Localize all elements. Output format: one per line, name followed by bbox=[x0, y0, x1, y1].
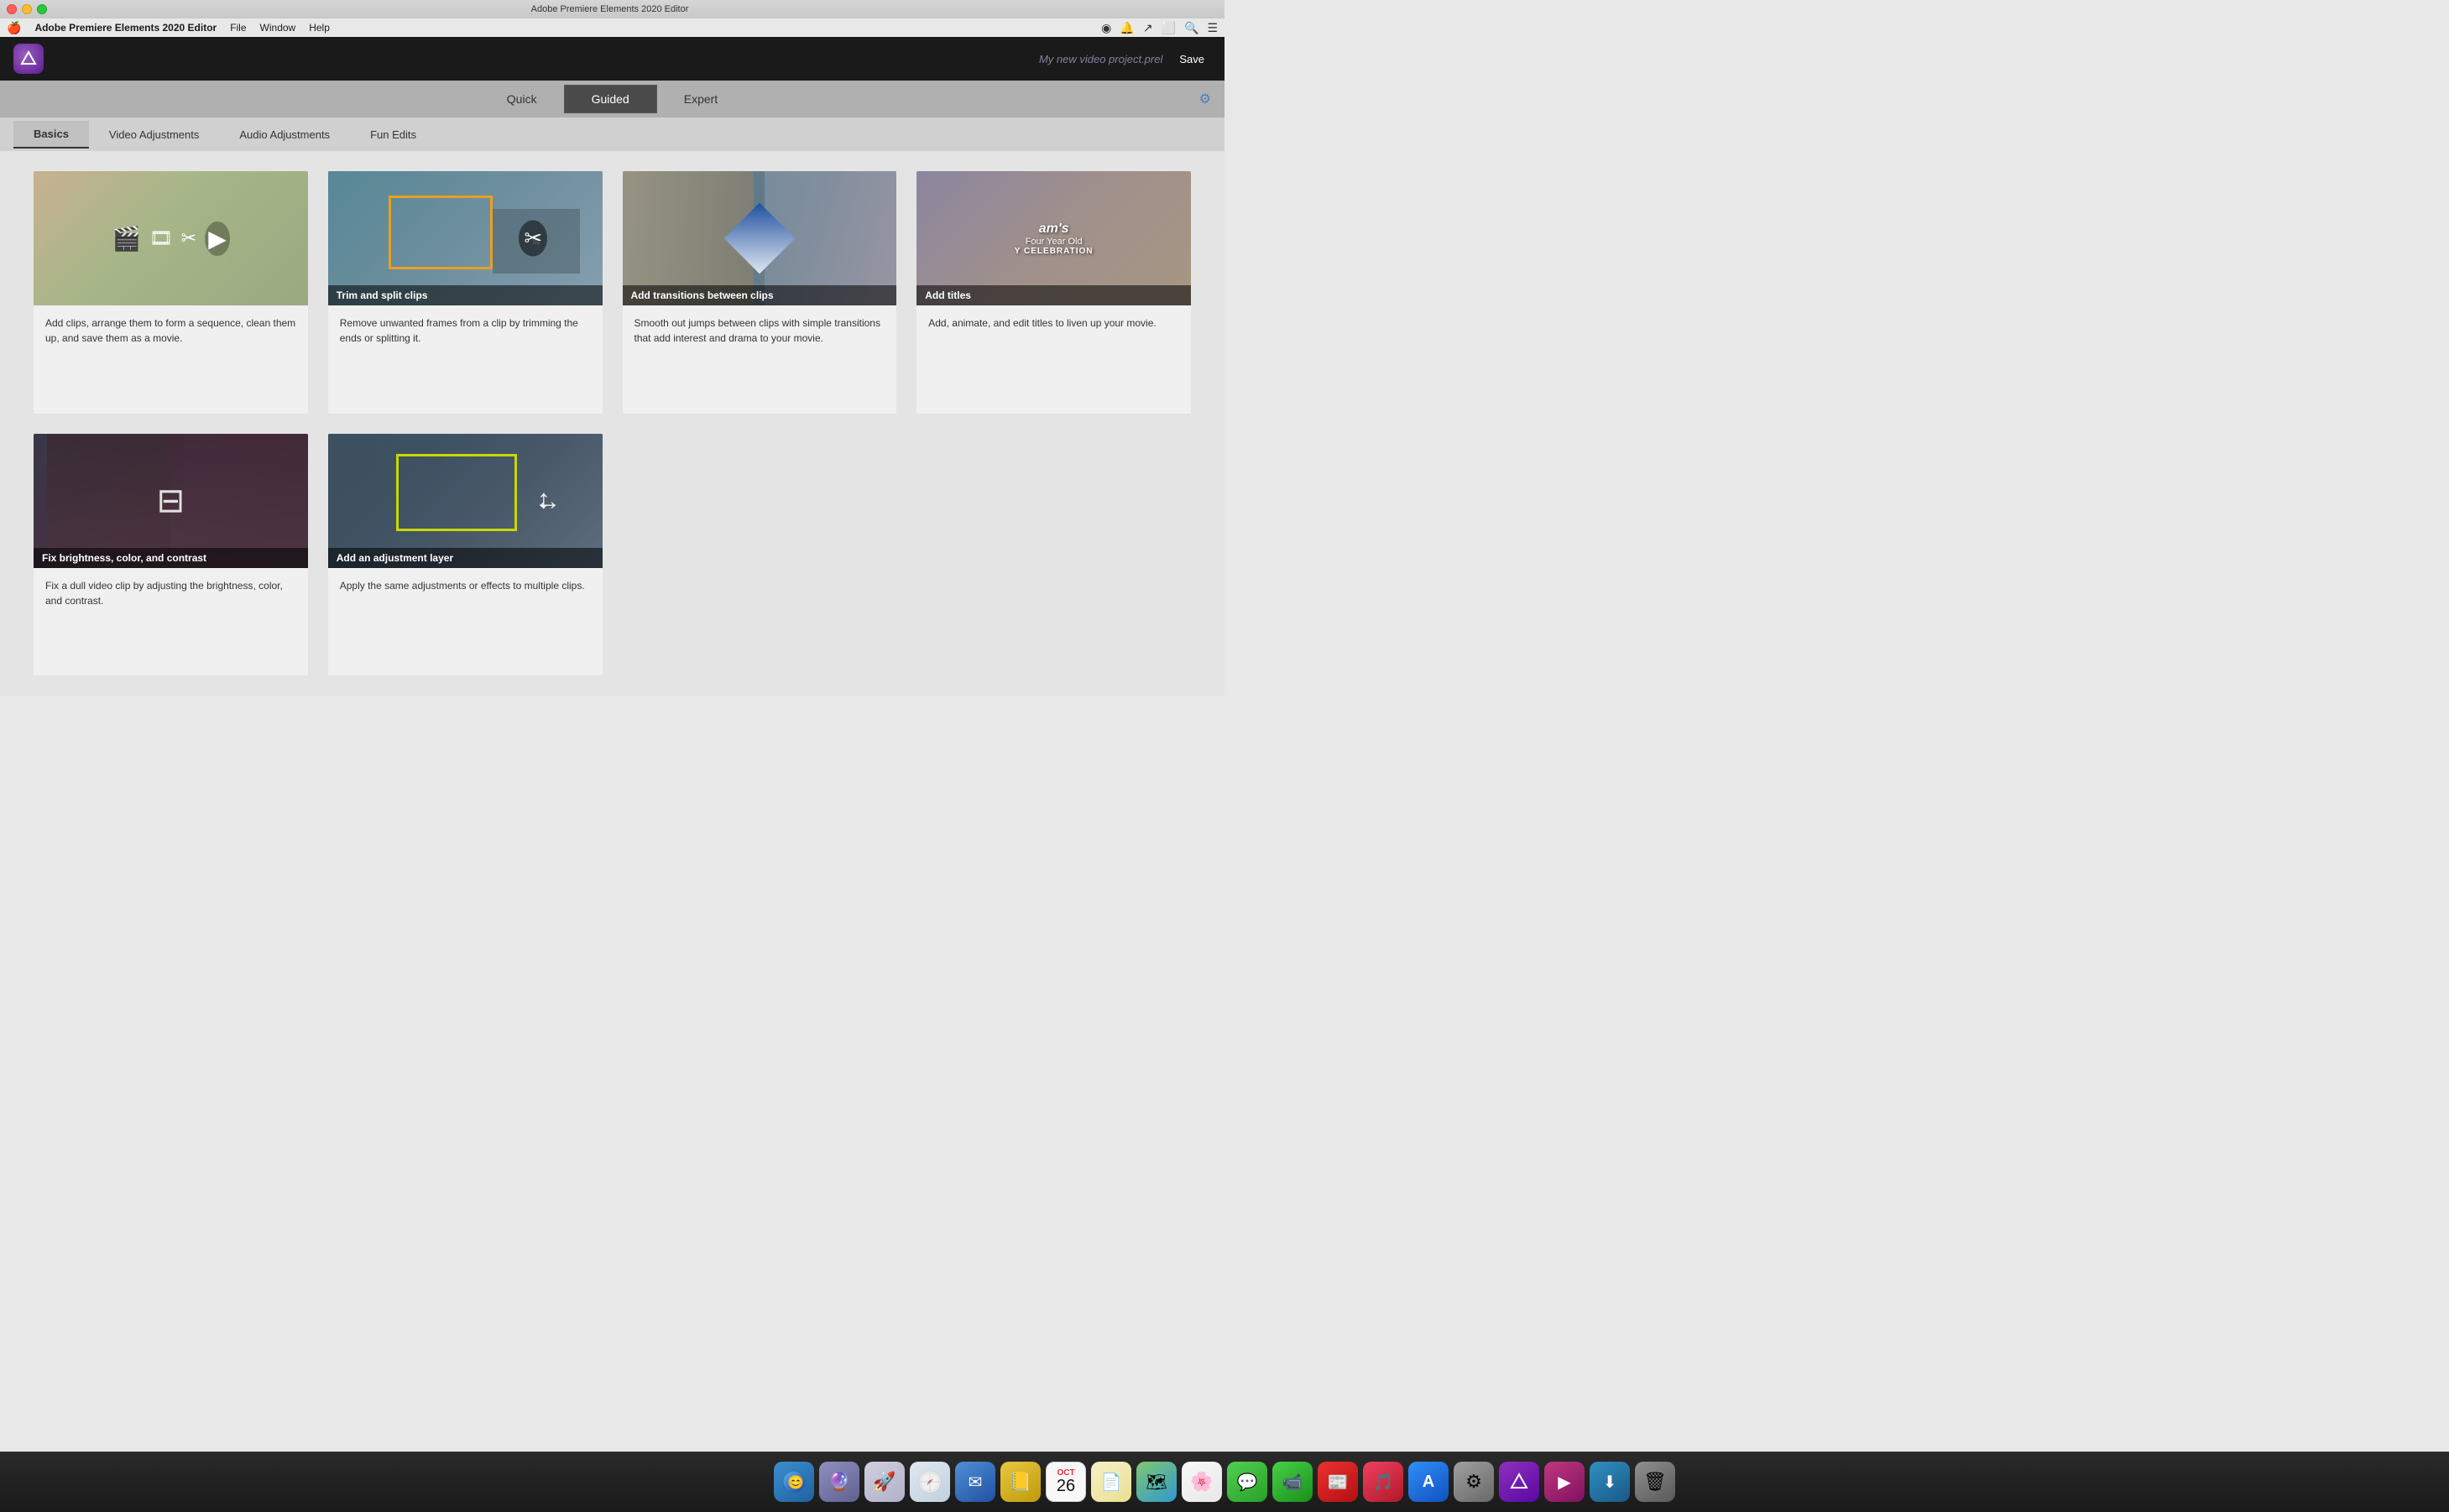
card-transitions[interactable]: Add transitions between clips Smooth out… bbox=[623, 171, 897, 414]
dock-messages[interactable]: 💬 bbox=[1227, 1462, 1267, 1502]
dock-finder[interactable]: 😊 bbox=[774, 1462, 814, 1502]
card-trim-split[interactable]: ▤ ✂ Trim and split clips Remove unwanted… bbox=[328, 171, 603, 414]
settings-icon[interactable]: ⚙ bbox=[1199, 91, 1211, 107]
app-header: My new video project.prel Save bbox=[0, 37, 1224, 81]
dock-trash[interactable]: 🗑 bbox=[1635, 1462, 1675, 1502]
card-get-started-image: 🎬 🎞 ✂ ▶ bbox=[34, 171, 308, 305]
sub-tabs: Basics Video Adjustments Audio Adjustmen… bbox=[0, 117, 1224, 151]
card-get-started[interactable]: 🎬 🎞 ✂ ▶ Get started Add clips, arrange t… bbox=[34, 171, 308, 414]
dock-appstore[interactable]: A bbox=[1408, 1462, 1449, 1502]
dock-safari[interactable] bbox=[910, 1462, 950, 1502]
tab-quick[interactable]: Quick bbox=[480, 86, 564, 112]
title-bar: Adobe Premiere Elements 2020 Editor bbox=[0, 0, 1224, 18]
subtab-video-adjustments[interactable]: Video Adjustments bbox=[89, 122, 219, 148]
help-menu[interactable]: Help bbox=[309, 22, 330, 34]
window-title: Adobe Premiere Elements 2020 Editor bbox=[2, 4, 1218, 14]
card-brightness-desc: Fix a dull video clip by adjusting the b… bbox=[34, 568, 308, 622]
notification-icon[interactable]: 🔔 bbox=[1120, 21, 1134, 35]
card-titles-image: am's Four Year Old Y CELEBRATION Add tit… bbox=[916, 171, 1191, 305]
dock-calendar-day: 26 bbox=[1057, 1478, 1075, 1494]
dock-premiere-elements[interactable] bbox=[1499, 1462, 1539, 1502]
dock-premiere-rush[interactable]: ▶ bbox=[1544, 1462, 1585, 1502]
menu-bar: 🍎 Adobe Premiere Elements 2020 Editor Fi… bbox=[0, 18, 1224, 37]
card-brightness-label: Fix brightness, color, and contrast bbox=[34, 548, 308, 568]
window-menu[interactable]: Window bbox=[260, 22, 296, 34]
card-trim-image: ▤ ✂ Trim and split clips bbox=[328, 171, 603, 305]
card-titles-label: Add titles bbox=[916, 285, 1191, 305]
card-transitions-label: Add transitions between clips bbox=[623, 285, 897, 305]
dock-music[interactable]: 🎵 bbox=[1363, 1462, 1403, 1502]
card-adjustment-image: ↔ ↔ Add an adjustment layer bbox=[328, 434, 603, 568]
card-brightness[interactable]: ⊟ Fix brightness, color, and contrast Fi… bbox=[34, 434, 308, 676]
dock-photos[interactable]: 🌸 bbox=[1182, 1462, 1222, 1502]
card-transitions-desc: Smooth out jumps between clips with simp… bbox=[623, 305, 897, 359]
dock-calendar[interactable]: OCT 26 bbox=[1046, 1462, 1086, 1502]
dock: 😊 🔮 🚀 ✉ 📒 OCT 26 📄 🗺 🌸 💬 bbox=[0, 1452, 2449, 1512]
dock-notepads[interactable]: 📒 bbox=[1000, 1462, 1041, 1502]
subtab-fun-edits[interactable]: Fun Edits bbox=[350, 122, 436, 148]
content-area: 🎬 🎞 ✂ ▶ Get started Add clips, arrange t… bbox=[0, 151, 1224, 696]
card-titles[interactable]: am's Four Year Old Y CELEBRATION Add tit… bbox=[916, 171, 1191, 414]
search-icon[interactable]: 🔍 bbox=[1184, 21, 1198, 35]
svg-text:😊: 😊 bbox=[787, 1475, 804, 1490]
dock-launchpad[interactable]: 🚀 bbox=[864, 1462, 905, 1502]
card-transitions-image: Add transitions between clips bbox=[623, 171, 897, 305]
save-button[interactable]: Save bbox=[1172, 50, 1211, 69]
app-logo bbox=[13, 44, 44, 74]
tab-expert[interactable]: Expert bbox=[657, 86, 744, 112]
card-adjustment-desc: Apply the same adjustments or effects to… bbox=[328, 568, 603, 607]
dock-siri[interactable]: 🔮 bbox=[819, 1462, 859, 1502]
card-adjustment[interactable]: ↔ ↔ Add an adjustment layer Apply the sa… bbox=[328, 434, 603, 676]
mode-tabs: Quick Guided Expert ⚙ bbox=[0, 81, 1224, 117]
apple-menu-icon[interactable]: 🍎 bbox=[7, 21, 21, 35]
app-name-menu[interactable]: Adobe Premiere Elements 2020 Editor bbox=[34, 22, 217, 34]
card-adjustment-label: Add an adjustment layer bbox=[328, 548, 603, 568]
dock-facetime[interactable]: 📹 bbox=[1272, 1462, 1313, 1502]
dock-downloads[interactable]: ⬇ bbox=[1590, 1462, 1630, 1502]
dock-system-prefs[interactable]: ⚙ bbox=[1454, 1462, 1494, 1502]
card-trim-desc: Remove unwanted frames from a clip by tr… bbox=[328, 305, 603, 359]
display-icon[interactable]: ⬜ bbox=[1162, 21, 1176, 35]
file-menu[interactable]: File bbox=[230, 22, 246, 34]
dock-mail[interactable]: ✉ bbox=[955, 1462, 995, 1502]
dock-news[interactable]: 📰 bbox=[1318, 1462, 1358, 1502]
card-titles-desc: Add, animate, and edit titles to liven u… bbox=[916, 305, 1191, 344]
airdrop-icon[interactable]: ◉ bbox=[1101, 21, 1111, 35]
subtab-basics[interactable]: Basics bbox=[13, 121, 89, 149]
card-trim-label: Trim and split clips bbox=[328, 285, 603, 305]
dock-maps[interactable]: 🗺 bbox=[1136, 1462, 1177, 1502]
menu-right-icons: ◉ 🔔 ↗ ⬜ 🔍 ☰ bbox=[1101, 21, 1218, 35]
card-brightness-image: ⊟ Fix brightness, color, and contrast bbox=[34, 434, 308, 568]
app-header-right: My new video project.prel Save bbox=[1039, 50, 1211, 69]
project-name: My new video project.prel bbox=[1039, 53, 1162, 65]
tab-guided[interactable]: Guided bbox=[564, 85, 657, 113]
subtab-audio-adjustments[interactable]: Audio Adjustments bbox=[219, 122, 350, 148]
card-get-started-desc: Add clips, arrange them to form a sequen… bbox=[34, 305, 308, 359]
dock-notes[interactable]: 📄 bbox=[1091, 1462, 1131, 1502]
screencast-icon[interactable]: ↗ bbox=[1143, 21, 1153, 35]
menu-list-icon[interactable]: ☰ bbox=[1207, 21, 1218, 35]
